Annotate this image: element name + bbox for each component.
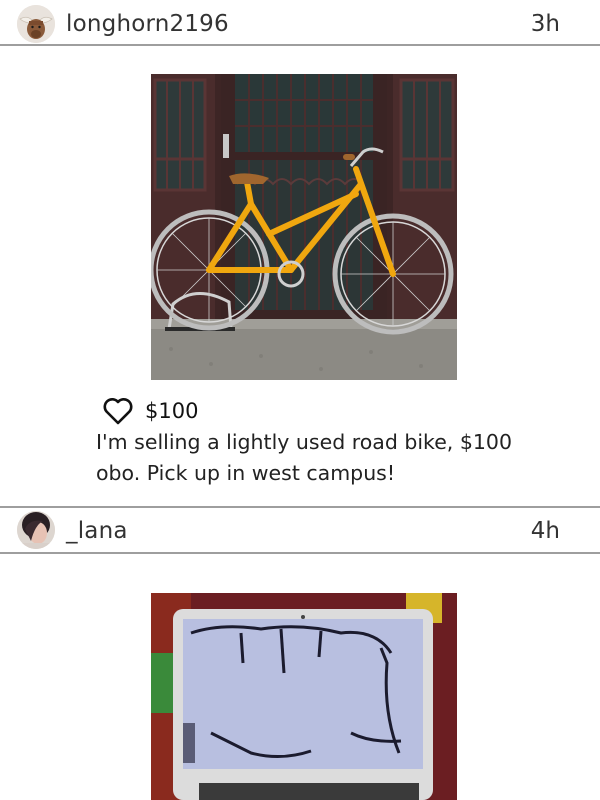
post-time: 4h xyxy=(530,518,560,544)
cracked-laptop-photo xyxy=(151,593,457,800)
price-label: $100 xyxy=(145,399,199,423)
avatar[interactable] xyxy=(17,511,55,549)
username[interactable]: _lana xyxy=(66,518,128,544)
longhorn-cow-avatar-icon xyxy=(17,5,55,43)
post-header: _lana 4h xyxy=(0,508,600,554)
post-photo[interactable] xyxy=(151,74,457,380)
post-header: longhorn2196 3h xyxy=(0,0,600,46)
avatar[interactable] xyxy=(17,5,55,43)
username[interactable]: longhorn2196 xyxy=(66,11,229,37)
post-caption: I'm selling a lightly used road bike, $1… xyxy=(96,430,513,485)
post-time: 3h xyxy=(530,11,560,37)
user-photo-avatar-icon xyxy=(17,511,55,549)
yellow-bicycle-photo xyxy=(151,74,457,380)
heart-icon[interactable] xyxy=(102,397,134,425)
post-photo[interactable] xyxy=(151,593,457,800)
